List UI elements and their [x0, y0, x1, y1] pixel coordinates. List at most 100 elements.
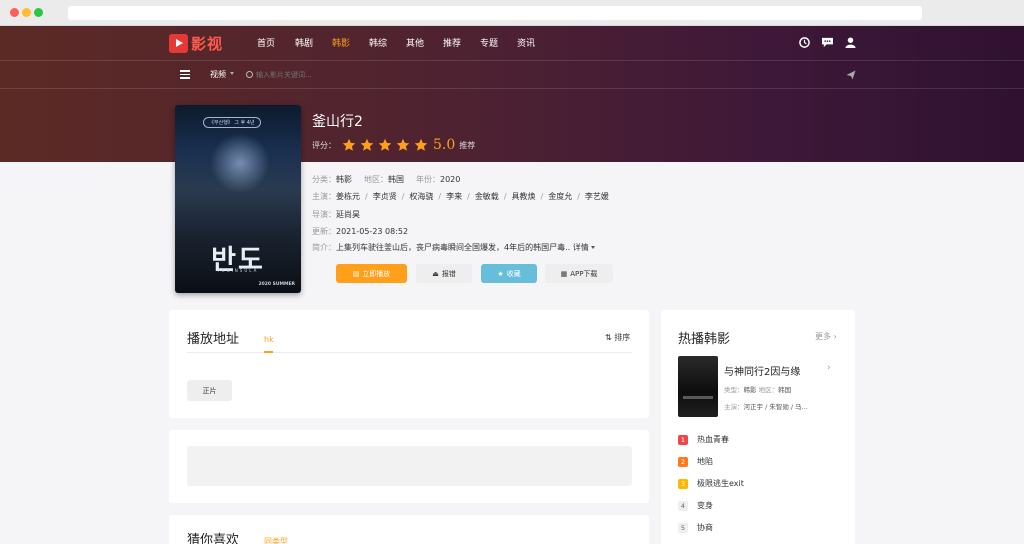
sort-label: 排序 [614, 333, 631, 342]
star-icon[interactable] [414, 138, 428, 152]
featured-cast-row: 主演：河正宇 / 朱智勋 / 马... [724, 401, 808, 411]
star-icon[interactable] [342, 138, 356, 152]
list-item[interactable]: 3 极限逃生exit [678, 478, 744, 489]
list-item[interactable]: 1 热血青春 [678, 434, 729, 445]
nav-item-recommend[interactable]: 推荐 [443, 36, 461, 49]
play-logo-icon [169, 33, 188, 53]
recommend-label: 推荐 [459, 140, 476, 150]
list-item[interactable]: 5 协商 [678, 522, 713, 533]
type-label: 类型： [724, 386, 744, 394]
list-item-title: 热血青春 [697, 435, 729, 444]
comment-icon[interactable] [821, 37, 834, 48]
report-button-label: 报错 [441, 269, 456, 278]
sort-icon: ⇅ [605, 333, 612, 342]
info-row-updated: 更新：2021-05-23 08:52 [312, 226, 408, 237]
history-icon[interactable] [799, 37, 810, 48]
nav-item-kdrama[interactable]: 韩剧 [295, 36, 313, 49]
menu-icon[interactable] [180, 70, 190, 79]
cast-member[interactable]: 李艺媛 [585, 192, 609, 201]
window-close-dot[interactable] [10, 8, 19, 17]
cast-member[interactable]: 权海骁 [409, 192, 433, 201]
nav-item-news[interactable]: 资讯 [517, 36, 535, 49]
featured-type-row: 类型：韩影 地区：韩国 [724, 384, 791, 394]
cast-member[interactable]: 李贞贤 [373, 192, 397, 201]
list-item-title: 地陷 [697, 457, 713, 466]
intro-more-link[interactable]: 详情 [573, 243, 589, 252]
tab-divider [187, 352, 632, 353]
episode-button[interactable]: 正片 [187, 380, 232, 401]
star-icon[interactable] [360, 138, 374, 152]
rating-label: 评分： [312, 140, 336, 150]
cast-member[interactable]: 李来 [446, 192, 462, 201]
chevron-right-icon[interactable]: › [827, 363, 831, 373]
category-label: 分类： [312, 175, 336, 184]
rating-row: 评分： 5.0 推荐 [312, 137, 475, 153]
send-icon[interactable] [846, 70, 856, 80]
more-link[interactable]: 更多 › [815, 331, 837, 342]
guess-section-card [169, 515, 649, 544]
report-button[interactable]: ⏏ 报错 [416, 264, 472, 283]
guess-section-title: 猜你喜欢 [187, 533, 240, 544]
star-icon[interactable] [396, 138, 410, 152]
app-download-button[interactable]: ▦ APP下载 [545, 264, 613, 283]
top-nav: 影视 首页 韩剧 韩影 韩综 其他 推荐 专题 资讯 [0, 26, 1024, 60]
site-logo[interactable]: 影视 [169, 33, 223, 53]
list-item-title: 极限逃生exit [697, 479, 744, 488]
search-icon [246, 71, 253, 78]
user-icon[interactable] [845, 37, 856, 48]
window-minimize-dot[interactable] [22, 8, 31, 17]
favorite-button[interactable]: ★ 收藏 [481, 264, 537, 283]
list-item[interactable]: 2 地陷 [678, 456, 713, 467]
list-item-title: 变身 [697, 501, 713, 510]
region-value[interactable]: 韩国 [388, 175, 404, 184]
director-label: 导演： [312, 210, 336, 219]
address-bar[interactable] [68, 6, 922, 20]
cast-member[interactable]: 金度允 [548, 192, 572, 201]
info-row-director: 导演：延尚昊 [312, 209, 360, 220]
info-row-intro: 简介：上集列车驶往釜山后，丧尸病毒瞬间全国爆发，4年后的韩国尸毒.. 详情 [312, 242, 595, 253]
updated-label: 更新： [312, 227, 336, 236]
cast-member[interactable]: 金敏载 [475, 192, 499, 201]
rank-badge: 1 [678, 434, 688, 445]
search-input[interactable] [256, 68, 756, 82]
category-value[interactable]: 韩影 [336, 175, 352, 184]
year-label: 年份： [416, 175, 440, 184]
featured-title[interactable]: 与神同行2因与缘 [724, 363, 800, 378]
window-maximize-dot[interactable] [34, 8, 43, 17]
sort-button[interactable]: ⇅ 排序 [605, 332, 630, 343]
poster-subtitle: PENINSULA [217, 268, 259, 273]
search-bar: 视频 [0, 60, 1024, 89]
region-label: 地区： [758, 386, 779, 394]
tab-hk[interactable]: hk [264, 335, 274, 344]
featured-thumbnail[interactable] [678, 356, 718, 417]
list-item[interactable]: 4 变身 [678, 500, 713, 511]
cast-member[interactable]: 姜栋元 [336, 192, 360, 201]
category-select[interactable]: 视频 [210, 69, 226, 80]
cast-member[interactable]: 具教焕 [512, 192, 536, 201]
play-icon: ▤ [352, 269, 360, 278]
info-row-cast: 主演：姜栋元 / 李贞贤 / 权海骁 / 李来 / 金敏载 / 具教焕 / 金度允 / 李艺媛 [312, 192, 609, 201]
rating-score: 5.0 [433, 137, 456, 153]
play-button[interactable]: ▤ 立即播放 [336, 264, 407, 283]
cast-label: 主演： [312, 192, 336, 201]
cast-label: 主演： [724, 403, 744, 411]
cast-value: 河正宇 / 朱智勋 / 马... [743, 403, 808, 411]
star-icon[interactable] [378, 138, 392, 152]
chevron-right-icon: › [833, 332, 837, 341]
nav-item-other[interactable]: 其他 [406, 36, 424, 49]
chevron-down-icon [590, 246, 595, 249]
nav-item-topic[interactable]: 专题 [480, 36, 498, 49]
poster-light [210, 133, 270, 193]
info-row-category: 分类：韩影 地区：韩国 年份：2020 [312, 174, 460, 185]
rank-badge: 5 [678, 522, 688, 533]
movie-poster[interactable]: 《부산행》 그 후 4년 반도 PENINSULA 2020 SUMMER [175, 105, 301, 293]
tab-same-type[interactable]: 同类型 [264, 536, 288, 544]
year-value[interactable]: 2020 [440, 175, 460, 184]
nav-item-kmovie[interactable]: 韩影 [332, 36, 350, 49]
list-item-title: 协商 [697, 523, 713, 532]
play-section-card [169, 310, 649, 418]
director-value[interactable]: 延尚昊 [336, 210, 360, 219]
nav-item-home[interactable]: 首页 [257, 36, 275, 49]
star-icon: ★ [497, 269, 504, 278]
nav-item-kvariety[interactable]: 韩综 [369, 36, 387, 49]
